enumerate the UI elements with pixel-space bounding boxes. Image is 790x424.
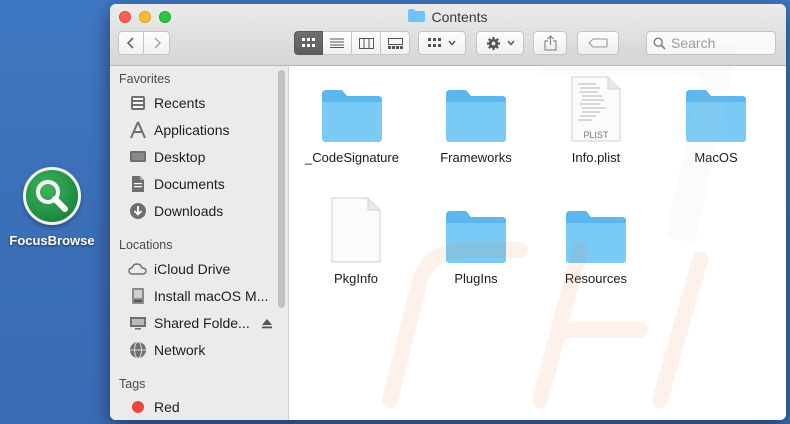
list-view-button[interactable] bbox=[323, 31, 352, 55]
folder-icon bbox=[684, 72, 748, 142]
sidebar-item-network[interactable]: Network bbox=[128, 339, 278, 361]
sidebar-item-recents[interactable]: Recents bbox=[128, 92, 278, 114]
finder-window: Contents Search Favorites Recents Applic… bbox=[110, 4, 786, 420]
sidebar-item-label: Recents bbox=[154, 95, 206, 111]
sidebar-item-label: Desktop bbox=[154, 149, 206, 165]
sidebar-item-label: Red bbox=[154, 399, 180, 415]
column-view-button[interactable] bbox=[352, 31, 381, 55]
network-icon bbox=[128, 341, 147, 360]
file-name: MacOS bbox=[694, 150, 738, 165]
file-name: Info.plist bbox=[571, 150, 621, 165]
window-title: Contents bbox=[110, 9, 786, 25]
sidebar-item-downloads[interactable]: Downloads bbox=[128, 200, 278, 222]
folder-icon bbox=[320, 72, 384, 142]
folder-icon bbox=[564, 193, 628, 263]
documents-icon bbox=[128, 175, 147, 194]
sidebar-scrollbar[interactable] bbox=[278, 70, 285, 308]
edit-tags-button[interactable] bbox=[577, 31, 619, 55]
desktop-app-label: FocusBrowse bbox=[9, 233, 95, 248]
file-grid: _CodeSignature Frameworks PLIST Info.pli… bbox=[290, 66, 786, 420]
file-name: Frameworks bbox=[440, 150, 512, 165]
favorites-heading: Favorites bbox=[119, 72, 171, 86]
tags-heading: Tags bbox=[119, 377, 146, 391]
gallery-view-button[interactable] bbox=[381, 31, 410, 55]
search-icon bbox=[653, 36, 666, 50]
display-icon bbox=[128, 314, 147, 333]
gallery-icon bbox=[387, 37, 403, 49]
desktop-app-icon[interactable]: FocusBrowse bbox=[6, 167, 98, 248]
locations-heading: Locations bbox=[119, 238, 173, 252]
sidebar-item-label: Shared Folde... bbox=[154, 315, 250, 331]
sidebar-item-applications[interactable]: Applications bbox=[128, 119, 278, 141]
chevron-down-icon bbox=[506, 40, 515, 46]
sidebar-item-label: Install macOS M... bbox=[154, 288, 269, 304]
recents-icon bbox=[128, 94, 147, 113]
file-item[interactable]: Frameworks bbox=[418, 72, 534, 165]
applications-icon bbox=[128, 121, 147, 140]
chevron-left-icon bbox=[126, 37, 134, 49]
sidebar-item-label: Network bbox=[154, 342, 206, 358]
sidebar-item-desktop[interactable]: Desktop bbox=[128, 146, 278, 168]
window-title-text: Contents bbox=[431, 9, 488, 25]
folder-icon bbox=[408, 9, 426, 25]
file-item[interactable]: PlugIns bbox=[418, 193, 534, 286]
chevron-down-icon bbox=[448, 40, 456, 46]
file-name: PkgInfo bbox=[333, 271, 379, 286]
search-field[interactable] bbox=[646, 31, 776, 55]
grid-icon bbox=[301, 38, 315, 47]
forward-button[interactable] bbox=[144, 31, 170, 55]
icon-view-button[interactable] bbox=[294, 31, 323, 55]
file-item[interactable]: _CodeSignature bbox=[294, 72, 410, 165]
plist-badge: PLIST bbox=[583, 130, 609, 140]
file-name: Resources bbox=[564, 271, 628, 286]
grid-icon bbox=[428, 38, 441, 47]
file-item[interactable]: MacOS bbox=[658, 72, 774, 165]
sidebar-item-icloud[interactable]: iCloud Drive bbox=[128, 258, 278, 280]
gear-icon bbox=[486, 36, 500, 50]
eject-icon[interactable] bbox=[261, 318, 273, 329]
downloads-icon bbox=[128, 202, 147, 221]
view-mode-group bbox=[294, 31, 410, 55]
back-button[interactable] bbox=[118, 31, 144, 55]
share-icon bbox=[543, 35, 557, 51]
file-item[interactable]: PkgInfo bbox=[298, 193, 414, 286]
action-menu-button[interactable] bbox=[476, 31, 524, 55]
sidebar-item-tag-red[interactable]: Red bbox=[128, 396, 278, 418]
icloud-icon bbox=[128, 260, 147, 279]
history-nav bbox=[118, 31, 170, 55]
folder-icon bbox=[444, 72, 508, 142]
folder-icon bbox=[444, 193, 508, 263]
tag-icon bbox=[588, 38, 608, 48]
sidebar-item-label: iCloud Drive bbox=[154, 261, 231, 277]
magnifier-icon bbox=[23, 167, 81, 225]
search-input[interactable] bbox=[671, 35, 771, 51]
columns-icon bbox=[358, 37, 374, 49]
sidebar-item-install-macos[interactable]: Install macOS M... bbox=[128, 285, 278, 307]
sidebar-item-label: Applications bbox=[154, 122, 230, 138]
file-item[interactable]: PLIST Info.plist bbox=[538, 72, 654, 165]
document-file-icon bbox=[330, 193, 382, 263]
group-by-button[interactable] bbox=[418, 31, 466, 55]
desktop-icon bbox=[128, 148, 147, 167]
chevron-right-icon bbox=[153, 37, 161, 49]
sidebar-item-label: Downloads bbox=[154, 203, 224, 219]
file-name: _CodeSignature bbox=[305, 150, 399, 165]
sidebar-item-label: Documents bbox=[154, 176, 225, 192]
sidebar: Favorites Recents Applications Desktop D… bbox=[110, 66, 289, 420]
sidebar-item-shared-folder[interactable]: Shared Folde... bbox=[128, 312, 278, 334]
file-item[interactable]: Resources bbox=[538, 193, 654, 286]
sidebar-item-documents[interactable]: Documents bbox=[128, 173, 278, 195]
list-icon bbox=[330, 38, 344, 48]
file-name: PlugIns bbox=[454, 271, 498, 286]
titlebar: Contents bbox=[110, 4, 786, 66]
red-tag-dot-icon bbox=[128, 398, 147, 417]
share-button[interactable] bbox=[533, 31, 567, 55]
disk-icon bbox=[128, 287, 147, 306]
